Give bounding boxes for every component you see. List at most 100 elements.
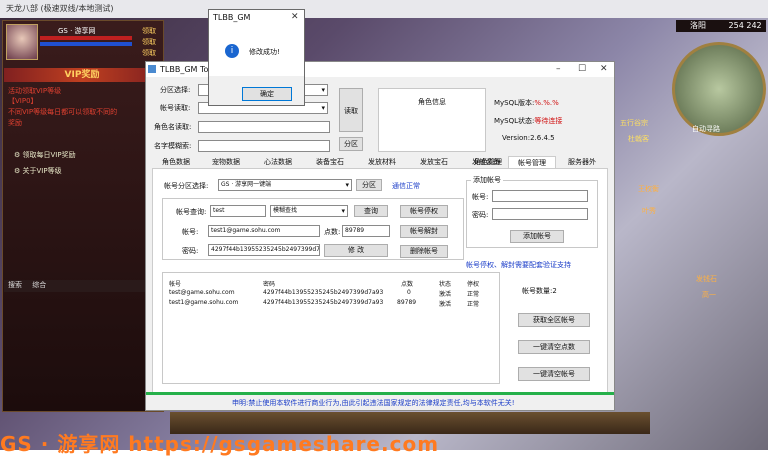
- dialog-message: 修改成功!: [249, 48, 280, 56]
- watermark: GS · 游享网 https://gsgameshare.com: [0, 432, 440, 456]
- tab-server[interactable]: 服务器外: [560, 156, 604, 168]
- fuzzy-name-label: 名字模糊索:: [154, 142, 192, 150]
- side-buttons: 领取 领取 领取: [142, 26, 156, 59]
- about-vip-button[interactable]: ⚙ 关于VIP等级: [14, 166, 62, 176]
- map-coords: 254 242: [728, 21, 762, 30]
- account-count: 帐号数量:2: [522, 287, 557, 295]
- info-icon: i: [225, 44, 239, 58]
- tab-role-data[interactable]: 角色数据: [156, 156, 196, 168]
- chat-tab[interactable]: 综合: [32, 281, 46, 289]
- add-account-label: 帐号:: [472, 193, 489, 201]
- progress-bar: [146, 392, 614, 395]
- server-select-label: 分区选择:: [160, 86, 191, 94]
- version-label: Version:2.6.4.5: [502, 134, 555, 142]
- tab-pet-data[interactable]: 宠物数据: [206, 156, 246, 168]
- mysql-status: MySQL状态:等待连接: [494, 117, 563, 125]
- close-icon[interactable]: ✕: [600, 64, 608, 74]
- tab-equip-gem[interactable]: 装备宝石: [310, 156, 350, 168]
- mysql-version: MySQL版本:%.%.%: [494, 99, 559, 107]
- tab-send-material[interactable]: 发放材料: [362, 156, 402, 168]
- query-button[interactable]: 查询: [354, 205, 388, 217]
- table-row[interactable]: test@game.sohu.com 4297f44b13955235245b2…: [163, 289, 499, 299]
- add-password-label: 密码:: [472, 211, 489, 219]
- scene-label: 高一: [702, 291, 716, 299]
- comm-status: 通信正常: [392, 182, 420, 190]
- clear-points-button[interactable]: 一键清空点数: [518, 340, 590, 354]
- tab-skill-data[interactable]: 心法数据: [258, 156, 298, 168]
- get-all-accounts-button[interactable]: 获取全区帐号: [518, 313, 590, 327]
- col-header-password[interactable]: 密码: [263, 279, 275, 288]
- tab-role-manage[interactable]: 角色管理: [468, 156, 508, 168]
- tab-account-manage[interactable]: 帐号管理: [508, 156, 556, 168]
- mp-bar: [40, 42, 132, 46]
- table-row[interactable]: test1@game.sohu.com 4297f44b13955235245b…: [163, 299, 499, 309]
- password-label: 密码:: [182, 247, 199, 255]
- side-button[interactable]: 领取: [142, 26, 156, 37]
- account-server-label: 帐号分区选择:: [164, 182, 209, 190]
- account-label: 帐号:: [182, 228, 199, 236]
- add-account-input[interactable]: [492, 190, 588, 202]
- account-input[interactable]: test1@game.sohu.com: [208, 225, 320, 237]
- role-info-title: 角色信息: [418, 98, 446, 106]
- scene-label: 发钱石: [696, 275, 717, 283]
- password-input[interactable]: 4297f44b13955235245b2497399d7a93: [208, 244, 320, 256]
- claim-vip-button[interactable]: ⚙ 领取每日VIP奖励: [14, 150, 76, 160]
- minimap[interactable]: [672, 42, 766, 136]
- col-header-account[interactable]: 帐号: [169, 279, 181, 288]
- chat-tab[interactable]: 搜索: [8, 281, 22, 289]
- dialog-footer: 确定: [209, 76, 304, 105]
- avatar[interactable]: [6, 24, 38, 60]
- delete-account-button[interactable]: 删除帐号: [400, 245, 448, 258]
- message-dialog: TLBB_GM ✕ i 修改成功! 确定: [208, 9, 305, 106]
- map-title-bar: 洛阳 254 242: [676, 20, 766, 32]
- map-name: 洛阳: [690, 21, 706, 30]
- account-table: 帐号 密码 点数 状态 停权 test@game.sohu.com 4297f4…: [162, 272, 500, 384]
- vip-header: 活动领取VIP等级: [8, 87, 62, 95]
- account-server-select[interactable]: GS · 游享网一键端: [218, 179, 352, 191]
- account-partition-button[interactable]: 分区: [356, 179, 382, 191]
- add-password-input[interactable]: [492, 208, 588, 220]
- tool-title: TLBB_GM Too: [160, 65, 214, 74]
- close-icon[interactable]: ✕: [291, 12, 299, 22]
- minimize-icon[interactable]: –: [556, 64, 561, 74]
- vip-notice: 【VIP0】 不同VIP等级每日都可以领取不同的 奖励: [8, 97, 118, 127]
- role-name-input[interactable]: [198, 121, 330, 133]
- points-label: 点数:: [324, 228, 341, 236]
- gm-tool-window: TLBB_GM Too – ☐ ✕ 分区选择: 帐号读取: 角色名读取: 名字模…: [145, 61, 615, 411]
- ban-notice: 帐号停权、解封需要配套验证支持: [466, 261, 571, 269]
- read-button[interactable]: 读取: [339, 88, 363, 132]
- vip-banner: VIP奖励: [4, 68, 160, 82]
- add-account-button[interactable]: 添加帐号: [510, 230, 564, 243]
- fuzzy-search-select[interactable]: 模糊查找: [270, 205, 348, 217]
- character-name: GS · 游享网: [58, 27, 96, 35]
- auto-path-button[interactable]: 自动寻路: [692, 124, 720, 134]
- scene-label: 王权衡: [638, 185, 659, 193]
- modify-button[interactable]: 修 改: [324, 244, 388, 257]
- side-button[interactable]: 领取: [142, 37, 156, 48]
- tab-send-gem[interactable]: 发放宝石: [414, 156, 454, 168]
- query-label: 帐号查询:: [176, 208, 207, 216]
- account-read-label: 帐号读取:: [160, 104, 191, 112]
- clear-accounts-button[interactable]: 一键清空帐号: [518, 367, 590, 381]
- scene-label: 叶秀: [642, 207, 656, 215]
- dialog-title: TLBB_GM: [213, 13, 251, 22]
- chat-tab-bar: 搜索 综合: [4, 280, 154, 292]
- col-header-points[interactable]: 点数: [401, 279, 413, 288]
- role-info-box: 角色信息: [378, 88, 486, 152]
- fuzzy-name-input[interactable]: [198, 140, 330, 152]
- app-icon: [148, 65, 156, 73]
- maximize-icon[interactable]: ☐: [578, 64, 586, 74]
- unban-account-button[interactable]: 帐号解封: [400, 225, 448, 238]
- col-header-status[interactable]: 状态: [439, 279, 451, 288]
- partition-button[interactable]: 分区: [339, 137, 363, 151]
- hp-bar: [40, 36, 132, 40]
- points-input[interactable]: 89789: [342, 225, 390, 237]
- side-button[interactable]: 领取: [142, 48, 156, 59]
- ok-button[interactable]: 确定: [242, 87, 292, 101]
- ban-account-button[interactable]: 帐号停权: [400, 205, 448, 218]
- add-account-title: 添加帐号: [471, 175, 503, 185]
- query-input[interactable]: test: [210, 205, 266, 217]
- scene-label: 五行谷宗: [620, 119, 648, 127]
- game-window-title: 天龙八部 (极速双线/本地测试): [0, 0, 768, 18]
- col-header-ban[interactable]: 停权: [467, 279, 479, 288]
